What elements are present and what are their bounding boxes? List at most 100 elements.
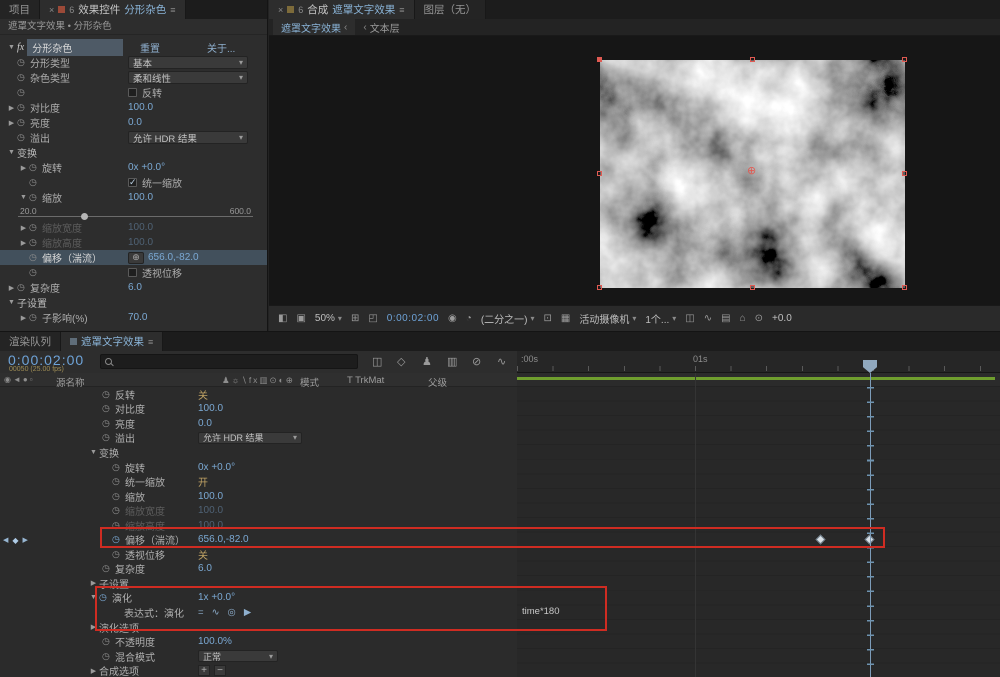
- twirl-icon[interactable]: [18, 164, 29, 172]
- selection-handle[interactable]: [597, 171, 602, 176]
- magnifier-icon[interactable]: ▣: [296, 313, 305, 324]
- property-label[interactable]: 统一缩放: [125, 474, 165, 489]
- twirl-icon[interactable]: [88, 667, 99, 675]
- show-channels-icon[interactable]: ◔: [466, 313, 472, 324]
- region-of-interest-icon[interactable]: ⊡: [544, 313, 552, 324]
- stopwatch-icon[interactable]: [17, 103, 30, 112]
- anchor-point-icon[interactable]: ⊕: [747, 166, 756, 177]
- reset-exposure-icon[interactable]: ⊙: [755, 313, 763, 324]
- stopwatch-icon[interactable]: [29, 313, 42, 322]
- property-label[interactable]: 亮度: [115, 416, 135, 431]
- stopwatch-icon[interactable]: [102, 390, 115, 399]
- twirl-icon[interactable]: [18, 224, 29, 232]
- effect-name[interactable]: 分形杂色: [27, 39, 123, 56]
- property-value[interactable]: 关: [198, 547, 208, 562]
- param-label[interactable]: 复杂度: [30, 280, 60, 295]
- stopwatch-icon-active[interactable]: [112, 535, 125, 544]
- selection-handle[interactable]: [902, 285, 907, 290]
- property-value[interactable]: 0.0: [198, 418, 212, 429]
- search-input[interactable]: [116, 356, 353, 367]
- stopwatch-icon[interactable]: [102, 419, 115, 428]
- param-value[interactable]: 0x +0.0°: [128, 162, 165, 173]
- param-label[interactable]: 分形类型: [30, 55, 70, 70]
- mask-visibility-icon[interactable]: ◰: [368, 313, 377, 324]
- property-label[interactable]: 复杂度: [115, 561, 145, 576]
- expression-label[interactable]: 表达式：演化: [124, 605, 184, 620]
- perspective-offset-checkbox[interactable]: [128, 268, 137, 277]
- twirl-icon[interactable]: [6, 104, 17, 112]
- stopwatch-icon[interactable]: [112, 550, 125, 559]
- property-label[interactable]: 对比度: [115, 401, 145, 416]
- transparency-grid-icon[interactable]: ▦: [561, 313, 570, 324]
- group-label[interactable]: 变换: [99, 445, 119, 460]
- graph-editor-icon[interactable]: ∿: [497, 355, 506, 368]
- param-value[interactable]: 70.0: [128, 312, 147, 323]
- stopwatch-icon[interactable]: [102, 637, 115, 646]
- blend-mode-dropdown[interactable]: 正常: [198, 650, 278, 662]
- tl-row-offset-turbulence[interactable]: 偏移（湍流） 656.0,-82.0: [0, 532, 517, 547]
- column-trkmat[interactable]: T TrkMat: [347, 375, 384, 386]
- comp-flowchart-icon[interactable]: ⌂: [740, 313, 746, 324]
- property-label[interactable]: 演化: [112, 590, 132, 605]
- group-label[interactable]: 演化选项: [99, 620, 139, 635]
- next-keyframe-icon[interactable]: ▶: [23, 536, 28, 544]
- shy-layers-icon[interactable]: ♟: [422, 355, 432, 368]
- fast-previews-icon[interactable]: ∿: [704, 313, 712, 324]
- expression-menu-icon[interactable]: ▶: [244, 607, 251, 618]
- group-label[interactable]: 合成选项: [99, 663, 139, 677]
- stopwatch-icon[interactable]: [17, 283, 30, 292]
- param-label[interactable]: 子影响(%): [42, 310, 88, 325]
- group-label[interactable]: 子设置: [99, 576, 129, 591]
- twirl-icon[interactable]: [6, 44, 17, 51]
- property-value[interactable]: 开: [198, 474, 208, 489]
- twirl-icon[interactable]: [6, 119, 17, 127]
- previous-keyframe-icon[interactable]: ◀: [3, 536, 8, 544]
- stopwatch-icon[interactable]: [17, 88, 30, 97]
- param-label[interactable]: 缩放: [42, 190, 62, 205]
- expression-pickwhip-icon[interactable]: ◎: [228, 607, 236, 618]
- remove-option-button[interactable]: −: [214, 665, 226, 676]
- property-label[interactable]: 偏移（湍流）: [125, 532, 185, 547]
- tab-layer[interactable]: 图层（无）: [415, 0, 487, 19]
- expression-graph-icon[interactable]: ∿: [212, 607, 220, 618]
- grid-guides-icon[interactable]: ⊞: [351, 313, 359, 324]
- panel-menu-icon[interactable]: ≡: [148, 337, 153, 347]
- overflow-dropdown[interactable]: 允许 HDR 结果: [198, 432, 302, 444]
- close-icon[interactable]: ×: [278, 5, 283, 15]
- pixel-aspect-icon[interactable]: ◫: [685, 313, 694, 324]
- property-label[interactable]: 溢出: [115, 430, 135, 445]
- twirl-icon[interactable]: [88, 594, 99, 601]
- slider-track[interactable]: [18, 216, 253, 217]
- point-control-icon[interactable]: ⊕: [128, 252, 144, 264]
- tab-project[interactable]: 项目: [0, 0, 40, 19]
- time-ruler[interactable]: :00s 01s: [517, 351, 1000, 373]
- pin-icon[interactable]: ‹: [344, 22, 347, 33]
- property-label[interactable]: 透视位移: [125, 547, 165, 562]
- stopwatch-icon[interactable]: [112, 463, 125, 472]
- motion-blur-icon[interactable]: ⊘: [472, 355, 481, 368]
- expression-text[interactable]: time*180: [522, 606, 560, 617]
- always-preview-icon[interactable]: ◧: [278, 313, 287, 324]
- selection-handle[interactable]: [750, 285, 755, 290]
- tab-effect-controls[interactable]: × 6 效果控件 分形杂色 ≡: [40, 0, 186, 19]
- add-option-button[interactable]: +: [198, 665, 210, 676]
- stopwatch-icon[interactable]: [17, 133, 30, 142]
- viewer-timecode[interactable]: 0:00:02:00: [387, 313, 439, 324]
- panel-menu-icon[interactable]: ≡: [399, 5, 404, 15]
- stopwatch-icon[interactable]: [29, 268, 42, 277]
- property-value[interactable]: 100.0%: [198, 636, 232, 647]
- zoom-dropdown[interactable]: 50%: [315, 313, 342, 324]
- noise-type-dropdown[interactable]: 柔和线性: [128, 71, 248, 84]
- draft-3d-icon[interactable]: ◇: [397, 355, 405, 368]
- tab-composition[interactable]: × 6 合成 遮罩文字效果 ≡: [269, 0, 415, 19]
- twirl-icon[interactable]: [88, 449, 99, 456]
- overflow-dropdown[interactable]: 允许 HDR 结果: [128, 131, 248, 144]
- close-icon[interactable]: ×: [49, 5, 54, 15]
- exposure-value[interactable]: +0.0: [772, 313, 792, 324]
- twirl-icon[interactable]: [6, 299, 17, 306]
- camera-view-dropdown[interactable]: 活动摄像机: [579, 311, 636, 326]
- view-tab-text-layer[interactable]: ‹ 文本层: [355, 19, 407, 35]
- mini-flowchart-icon[interactable]: ◫: [372, 355, 382, 368]
- frame-blend-icon[interactable]: ▥: [447, 355, 457, 368]
- property-label[interactable]: 缩放: [125, 489, 145, 504]
